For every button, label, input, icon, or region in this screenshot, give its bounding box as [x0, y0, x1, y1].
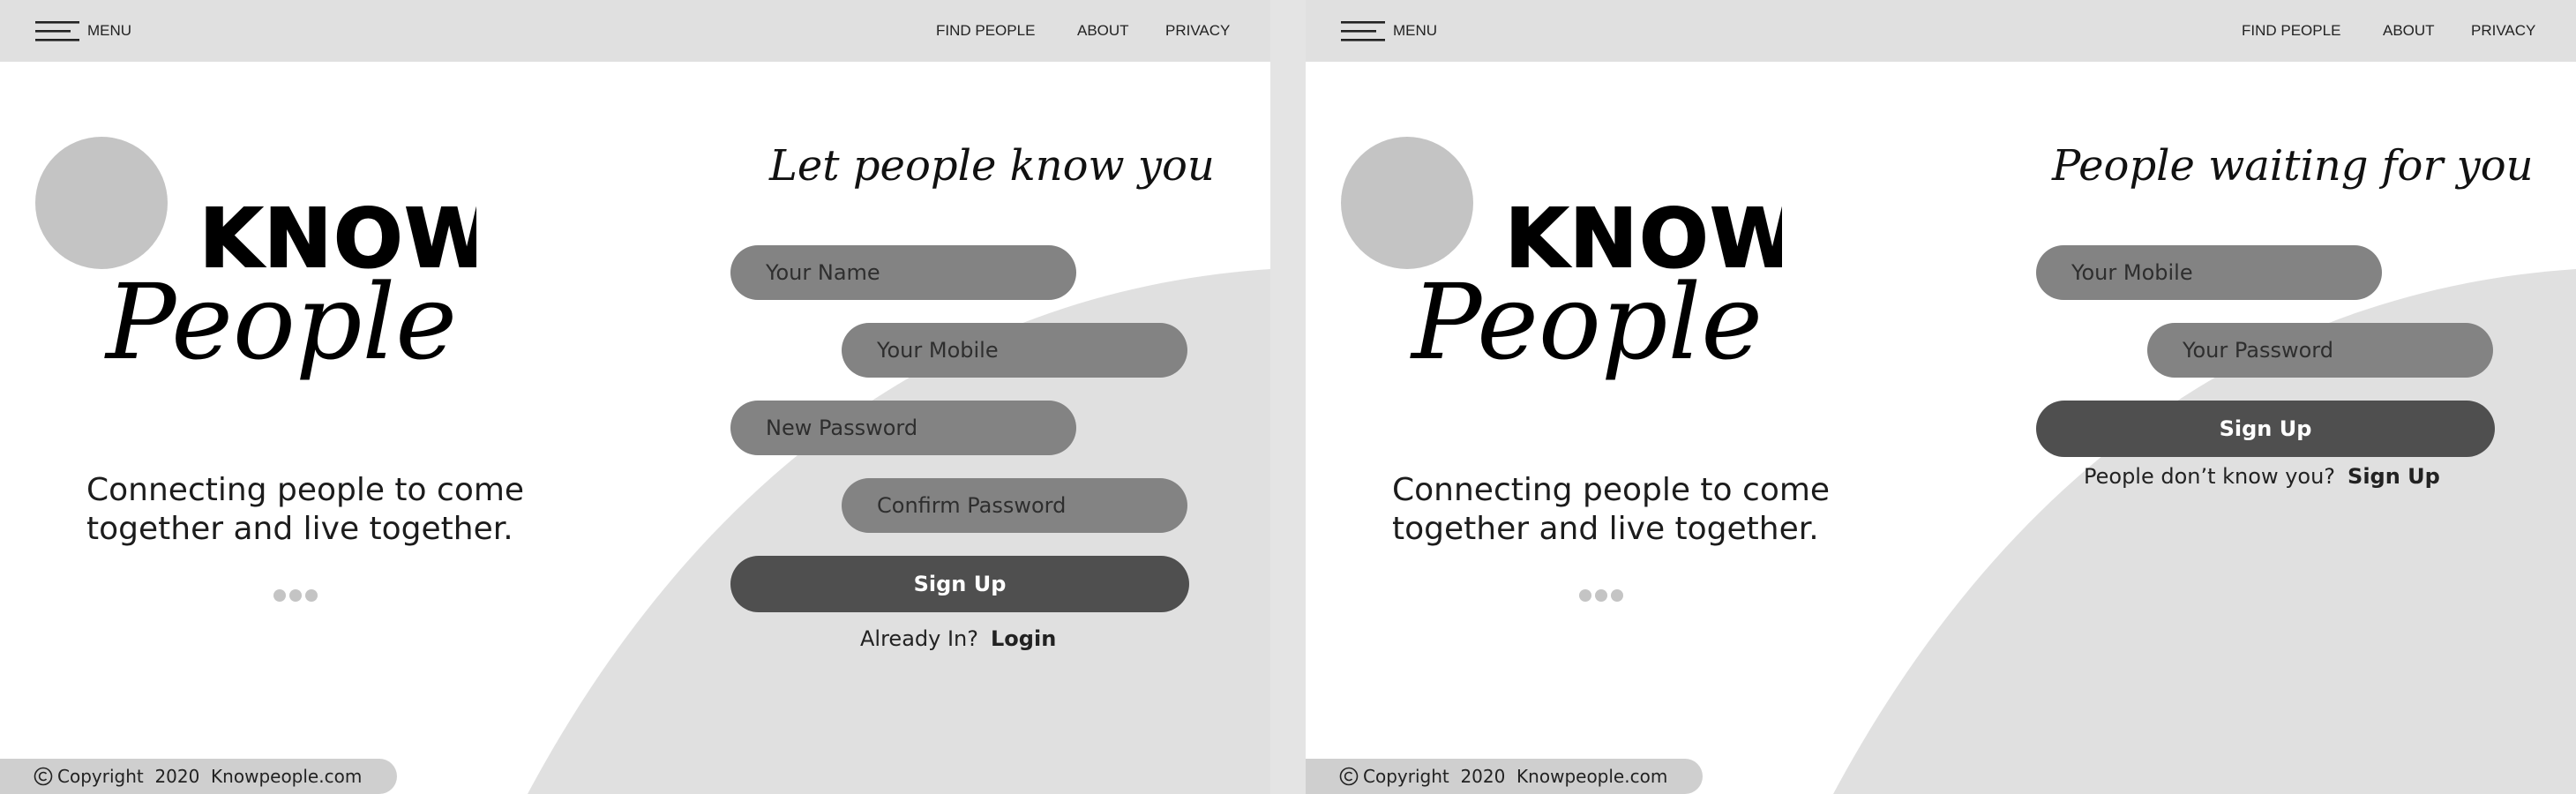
top-nav-bar: MENU FIND PEOPLE ABOUT PRIVACY	[1306, 0, 2576, 62]
form-title: Let people know you	[769, 141, 1215, 191]
carousel-dots[interactable]	[1579, 589, 1627, 606]
carousel-dot[interactable]	[1611, 589, 1623, 602]
tagline: Connecting people to come together and l…	[86, 472, 525, 547]
menu-label[interactable]: MENU	[87, 22, 131, 40]
copyright-icon	[34, 767, 53, 786]
sign-up-button[interactable]: Sign Up	[730, 556, 1189, 612]
copyright-text: Copyright 2020 Knowpeople.com	[57, 766, 363, 787]
name-field[interactable]	[730, 245, 1076, 300]
logo-people-text: People	[104, 261, 457, 383]
know-people-logo: KNOW People	[1410, 191, 1782, 383]
carousel-dot[interactable]	[305, 589, 318, 602]
background-curve	[1833, 269, 2576, 794]
signup-prompt-text: People don’t know you?	[2084, 464, 2336, 489]
nav-find-people[interactable]: FIND PEOPLE	[2242, 22, 2340, 40]
hamburger-menu-icon[interactable]	[1341, 21, 1385, 42]
new-password-field[interactable]	[730, 401, 1076, 455]
copyright-icon	[1339, 767, 1359, 786]
copyright-footer: Copyright 2020 Knowpeople.com	[0, 759, 397, 794]
carousel-dot[interactable]	[1579, 589, 1591, 602]
signup-screen: MENU FIND PEOPLE ABOUT PRIVACY KNOW Peop…	[0, 0, 1270, 794]
background-curve	[528, 269, 1270, 794]
carousel-dots[interactable]	[273, 589, 321, 606]
carousel-dot[interactable]	[289, 589, 302, 602]
nav-about[interactable]: ABOUT	[1077, 22, 1129, 40]
login-link[interactable]: Login	[991, 626, 1056, 651]
confirm-password-field[interactable]	[842, 478, 1187, 533]
copyright-text: Copyright 2020 Knowpeople.com	[1363, 766, 1668, 787]
hamburger-menu-icon[interactable]	[35, 21, 79, 42]
carousel-dot[interactable]	[1595, 589, 1607, 602]
nav-privacy[interactable]: PRIVACY	[2471, 22, 2535, 40]
form-title: People waiting for you	[2052, 141, 2534, 191]
nav-find-people[interactable]: FIND PEOPLE	[936, 22, 1035, 40]
menu-label[interactable]: MENU	[1393, 22, 1437, 40]
password-field[interactable]	[2147, 323, 2493, 378]
top-nav-bar: MENU FIND PEOPLE ABOUT PRIVACY	[0, 0, 1270, 62]
copyright-footer: Copyright 2020 Knowpeople.com	[1306, 759, 1703, 794]
nav-about[interactable]: ABOUT	[2383, 22, 2435, 40]
login-screen: MENU FIND PEOPLE ABOUT PRIVACY KNOW Peop…	[1306, 0, 2576, 794]
login-prompt: Already In? Login	[860, 626, 1056, 651]
sign-up-button[interactable]: Sign Up	[2036, 401, 2495, 457]
know-people-logo: KNOW People	[104, 191, 476, 383]
carousel-dot[interactable]	[273, 589, 286, 602]
signup-link[interactable]: Sign Up	[2348, 464, 2440, 489]
mobile-field[interactable]	[2036, 245, 2382, 300]
signup-prompt: People don’t know you? Sign Up	[2084, 464, 2440, 489]
logo-people-text: People	[1410, 261, 1763, 383]
screen-divider	[1270, 0, 1306, 794]
mobile-field[interactable]	[842, 323, 1187, 378]
tagline: Connecting people to come together and l…	[1392, 472, 1831, 547]
nav-privacy[interactable]: PRIVACY	[1165, 22, 1230, 40]
login-prompt-text: Already In?	[860, 626, 978, 651]
